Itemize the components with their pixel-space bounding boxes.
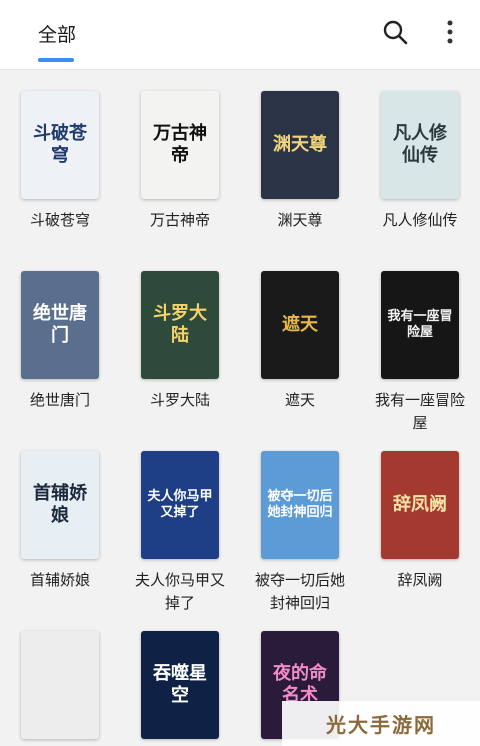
book-cover[interactable] xyxy=(21,631,99,739)
book-cover-text: 斗破苍穹 xyxy=(33,123,87,166)
book-title[interactable]: 辞凤阙 xyxy=(368,569,472,592)
book-item[interactable]: 遮天 遮天 xyxy=(240,271,360,412)
book-item[interactable]: 斗罗大陆 斗罗大陆 xyxy=(120,271,240,412)
book-item[interactable]: 凡人修仙传 凡人修仙传 xyxy=(360,91,480,232)
book-item[interactable] xyxy=(0,631,120,746)
book-title[interactable]: 夫人你马甲又掉了 xyxy=(128,569,232,615)
tab-all[interactable]: 全部 xyxy=(38,20,76,47)
book-item[interactable]: 万古神帝 万古神帝 xyxy=(120,91,240,232)
book-cover[interactable]: 首辅娇娘 xyxy=(21,451,99,559)
book-title[interactable]: 凡人修仙传 xyxy=(368,209,472,232)
book-cover-text: 我有一座冒险屋 xyxy=(387,309,453,340)
book-cover-text: 辞凤阙 xyxy=(393,494,447,515)
book-cover[interactable]: 绝世唐门 xyxy=(21,271,99,379)
more-options-button[interactable] xyxy=(432,14,468,50)
book-cover[interactable]: 辞凤阙 xyxy=(381,451,459,559)
tab-active-indicator xyxy=(38,58,74,62)
top-bar: 全部 xyxy=(0,0,480,70)
book-cover-text: 万古神帝 xyxy=(153,123,207,166)
watermark-text: 光大手游网 xyxy=(326,713,436,737)
book-item[interactable]: 辞凤阙 辞凤阙 xyxy=(360,451,480,592)
book-item[interactable]: 绝世唐门 绝世唐门 xyxy=(0,271,120,412)
book-cover[interactable]: 夫人你马甲又掉了 xyxy=(141,451,219,559)
book-title[interactable]: 遮天 xyxy=(248,389,352,412)
book-cover-text: 首辅娇娘 xyxy=(33,483,87,526)
book-item[interactable]: 我有一座冒险屋 我有一座冒险屋 xyxy=(360,271,480,435)
search-button[interactable] xyxy=(377,14,413,50)
book-cover-text: 渊天尊 xyxy=(273,134,327,155)
book-title[interactable]: 首辅娇娘 xyxy=(8,569,112,592)
book-cover[interactable]: 斗破苍穹 xyxy=(21,91,99,199)
book-cover[interactable]: 渊天尊 xyxy=(261,91,339,199)
book-item[interactable]: 渊天尊 渊天尊 xyxy=(240,91,360,232)
book-cover[interactable]: 遮天 xyxy=(261,271,339,379)
book-item[interactable]: 首辅娇娘 首辅娇娘 xyxy=(0,451,120,592)
book-title[interactable]: 斗罗大陆 xyxy=(128,389,232,412)
book-cover-text: 斗罗大陆 xyxy=(153,303,207,346)
book-cover[interactable]: 我有一座冒险屋 xyxy=(381,271,459,379)
book-item[interactable]: 斗破苍穹 斗破苍穹 xyxy=(0,91,120,232)
search-icon xyxy=(383,20,408,45)
book-item[interactable]: 被夺一切后她封神回归 被夺一切后她封神回归 xyxy=(240,451,360,615)
book-title[interactable]: 被夺一切后她封神回归 xyxy=(248,569,352,615)
book-cover-text: 被夺一切后她封神回归 xyxy=(267,489,333,520)
book-title[interactable]: 万古神帝 xyxy=(128,209,232,232)
book-cover-text: 遮天 xyxy=(282,314,318,335)
book-cover[interactable]: 吞噬星空 xyxy=(141,631,219,739)
book-title[interactable]: 我有一座冒险屋 xyxy=(368,389,472,435)
book-cover[interactable]: 被夺一切后她封神回归 xyxy=(261,451,339,559)
book-title[interactable]: 斗破苍穹 xyxy=(8,209,112,232)
book-item[interactable]: 夫人你马甲又掉了 夫人你马甲又掉了 xyxy=(120,451,240,615)
book-cover-text: 夫人你马甲又掉了 xyxy=(147,489,213,520)
book-cover-text: 绝世唐门 xyxy=(33,303,87,346)
book-cover-text: 凡人修仙传 xyxy=(393,123,447,166)
book-cover-text: 吞噬星空 xyxy=(153,663,207,706)
book-grid: 斗破苍穹 斗破苍穹 万古神帝 万古神帝 渊天尊 渊天尊 凡人修仙传 凡人修仙传 绝世唐门 绝世唐门… xyxy=(0,70,480,746)
watermark-logo: 光大手游网 xyxy=(282,701,480,746)
book-cover[interactable]: 万古神帝 xyxy=(141,91,219,199)
more-vertical-icon xyxy=(447,20,453,44)
book-title[interactable]: 渊天尊 xyxy=(248,209,352,232)
book-item[interactable]: 吞噬星空 xyxy=(120,631,240,746)
book-cover[interactable]: 斗罗大陆 xyxy=(141,271,219,379)
book-title[interactable]: 绝世唐门 xyxy=(8,389,112,412)
book-cover[interactable]: 凡人修仙传 xyxy=(381,91,459,199)
